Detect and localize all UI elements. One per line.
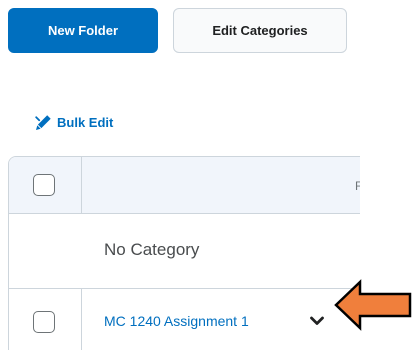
edit-categories-button[interactable]: Edit Categories (173, 8, 347, 53)
bulk-edit-button[interactable]: Bulk Edit (35, 114, 113, 131)
table-row: MC 1240 Assignment 1 (9, 289, 360, 350)
bulk-edit-label: Bulk Edit (57, 115, 114, 130)
new-folder-button[interactable]: New Folder (8, 8, 158, 53)
column-divider (81, 289, 82, 350)
row-checkbox[interactable] (33, 311, 55, 333)
pencil-icon (35, 114, 52, 131)
annotation-arrow-icon (334, 279, 412, 331)
category-label: No Category (104, 240, 200, 259)
column-divider (81, 157, 82, 213)
assignment-link[interactable]: MC 1240 Assignment 1 (104, 313, 249, 329)
table-header-row: F (9, 157, 360, 214)
content-table: F No Category MC 1240 Assignment 1 (8, 156, 360, 350)
column-header-fragment: F (355, 179, 360, 193)
category-row: No Category (9, 214, 360, 289)
select-all-checkbox[interactable] (33, 174, 55, 196)
chevron-down-icon[interactable] (309, 315, 325, 327)
